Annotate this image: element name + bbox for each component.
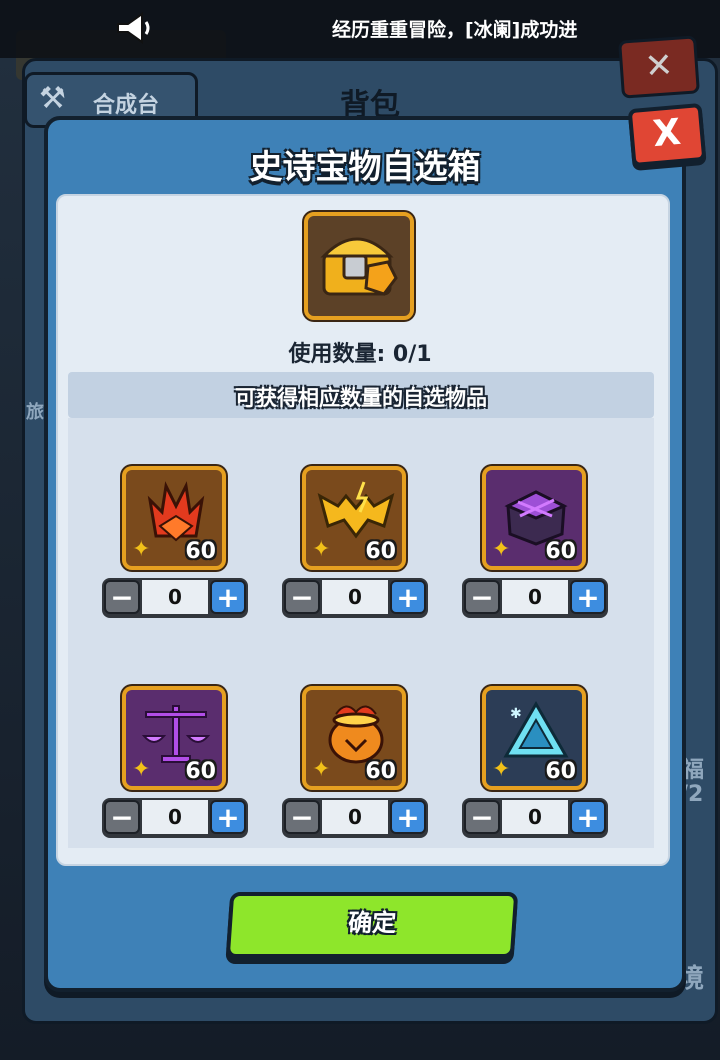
crafting-icon: ⚒	[39, 81, 66, 116]
confirm-button[interactable]: 确定	[225, 892, 519, 958]
quantity-value: 0	[502, 580, 568, 614]
quantity-stepper: − 0 +	[462, 578, 608, 618]
decrease-button[interactable]: −	[284, 800, 320, 834]
quantity-value: 0	[142, 800, 208, 834]
subtitle-text: 可获得相应数量的自选物品	[235, 386, 487, 410]
item-card[interactable]: ✱ ✦ 60	[482, 686, 586, 790]
increase-button[interactable]: +	[570, 800, 606, 834]
puzzle-piece-icon: ✦	[492, 757, 511, 782]
megaphone-icon	[117, 12, 150, 44]
quantity-stepper: − 0 +	[462, 798, 608, 838]
decrease-button[interactable]: −	[284, 580, 320, 614]
puzzle-piece-icon: ✦	[132, 757, 151, 782]
item-count: 60	[545, 759, 576, 784]
puzzle-piece-icon: ✦	[132, 537, 151, 562]
increase-button[interactable]: +	[390, 800, 426, 834]
modal-close-button[interactable]: X	[627, 102, 707, 168]
item-count: 60	[365, 539, 396, 564]
svg-text:✱: ✱	[510, 706, 522, 722]
item-slot: ✱ ✦ 60 − 0 +	[462, 686, 608, 846]
side-text-left: 旅	[26, 402, 44, 423]
item-count: 60	[185, 759, 216, 784]
announcement-text: 经历重重冒险，[冰阑]成功进	[332, 19, 578, 41]
decrease-button[interactable]: −	[104, 580, 140, 614]
increase-button[interactable]: +	[210, 800, 246, 834]
item-slot: ✦ 60 − 0 +	[102, 466, 248, 626]
item-card[interactable]: ✦ 60	[482, 466, 586, 570]
decrease-button[interactable]: −	[464, 580, 500, 614]
item-count: 60	[545, 539, 576, 564]
item-slot: ✦ 60 − 0 +	[282, 686, 428, 846]
quantity-stepper: − 0 +	[282, 798, 428, 838]
quantity-value: 0	[142, 580, 208, 614]
quantity-value: 0	[502, 800, 568, 834]
quantity-stepper: − 0 +	[282, 578, 428, 618]
announcement-bar: 经历重重冒险，[冰阑]成功进	[0, 0, 720, 58]
tab-crafting-label: 合成台	[93, 93, 160, 118]
puzzle-piece-icon: ✦	[492, 537, 511, 562]
quantity-stepper: − 0 +	[102, 798, 248, 838]
decrease-button[interactable]: −	[104, 800, 140, 834]
subtitle-bar: 可获得相应数量的自选物品	[68, 372, 654, 418]
item-slot: ✦ 60 − 0 +	[282, 466, 428, 626]
modal-title: 史诗宝物自选箱	[249, 147, 481, 186]
use-count-label: 使用数量: 0/1	[288, 342, 432, 367]
item-card[interactable]: ✦ 60	[302, 466, 406, 570]
increase-button[interactable]: +	[390, 580, 426, 614]
item-slot: ✦ 60 − 0 +	[462, 466, 608, 626]
puzzle-piece-icon: ✦	[312, 537, 331, 562]
quantity-value: 0	[322, 800, 388, 834]
item-slot: ✦ 60 − 0 +	[102, 686, 248, 846]
decrease-button[interactable]: −	[464, 800, 500, 834]
treasure-chest-icon	[304, 212, 414, 320]
item-card[interactable]: ✦ 60	[122, 466, 226, 570]
item-card[interactable]: ✦ 60	[302, 686, 406, 790]
puzzle-piece-icon: ✦	[312, 757, 331, 782]
item-card[interactable]: ✦ 60	[122, 686, 226, 790]
increase-button[interactable]: +	[210, 580, 246, 614]
item-count: 60	[185, 539, 216, 564]
item-count: 60	[365, 759, 396, 784]
quantity-value: 0	[322, 580, 388, 614]
quantity-stepper: − 0 +	[102, 578, 248, 618]
increase-button[interactable]: +	[570, 580, 606, 614]
bag-close-button[interactable]: ✕	[618, 35, 700, 99]
